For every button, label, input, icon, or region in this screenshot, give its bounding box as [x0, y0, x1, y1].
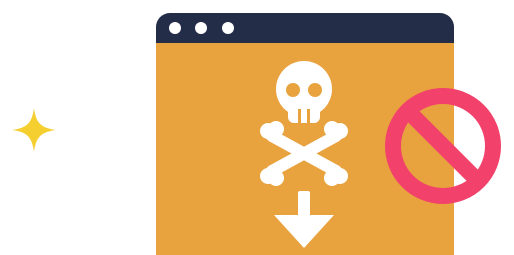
sparkle-icon — [12, 108, 56, 152]
prohibition-icon — [385, 88, 501, 204]
window-control-dot — [222, 22, 234, 34]
crossbones — [260, 121, 348, 186]
download-arrow-icon — [274, 191, 334, 248]
window-titlebar — [156, 13, 454, 43]
skull — [276, 61, 332, 123]
malware-download-blocked-illustration — [0, 0, 514, 255]
skull-crossbones-icon — [260, 61, 348, 248]
window-control-dot — [195, 22, 207, 34]
window-control-dot — [169, 22, 181, 34]
